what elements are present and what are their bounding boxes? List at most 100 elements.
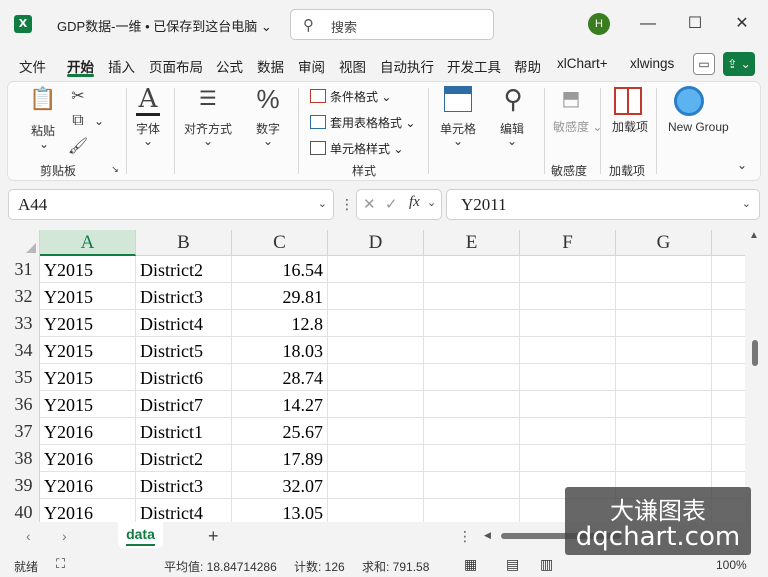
grid-cell[interactable]: District5 [136, 337, 232, 364]
grid-cell[interactable]: Y2015 [40, 337, 136, 364]
grid-cell[interactable] [424, 310, 520, 337]
grid-cell[interactable] [520, 445, 616, 472]
grid-cell[interactable] [520, 337, 616, 364]
column-header-f[interactable]: F [520, 230, 616, 256]
grid-cell[interactable] [424, 337, 520, 364]
grid-cell[interactable] [328, 337, 424, 364]
grid-cell[interactable] [328, 283, 424, 310]
grid-cell[interactable]: Y2016 [40, 418, 136, 445]
tab-view[interactable]: 视图 [339, 56, 366, 76]
chevron-down-icon[interactable]: ⌄ [742, 197, 751, 210]
tab-data[interactable]: 数据 [257, 56, 284, 76]
dialog-launcher-icon[interactable]: ↘ [109, 164, 121, 175]
chevron-down-icon[interactable]: ⌄ [448, 134, 468, 148]
tab-file[interactable]: 文件 [19, 56, 46, 76]
chevron-down-icon[interactable]: ⌄ [138, 134, 158, 148]
grid-cell[interactable]: 13.05 [232, 499, 328, 522]
percent-icon[interactable]: % [253, 84, 283, 115]
maximize-icon[interactable]: ☐ [683, 12, 707, 36]
grid-cell[interactable] [616, 391, 712, 418]
grid-cell[interactable]: Y2015 [40, 310, 136, 337]
cells-icon[interactable] [444, 86, 472, 112]
grid-cell[interactable] [520, 391, 616, 418]
grid-cell[interactable]: District4 [136, 499, 232, 522]
insert-function-icon[interactable]: fx [409, 194, 420, 211]
column-header-d[interactable]: D [328, 230, 424, 256]
grid-cell[interactable] [616, 337, 712, 364]
name-box[interactable]: A44 ⌄ [8, 189, 334, 220]
grid-cell[interactable] [520, 310, 616, 337]
grid-cell[interactable] [328, 391, 424, 418]
row-header[interactable]: 31 [8, 256, 40, 283]
grid-cell[interactable]: 14.27 [232, 391, 328, 418]
enter-icon[interactable]: ✓ [385, 195, 398, 213]
vertical-scroll-thumb[interactable] [752, 340, 758, 366]
close-icon[interactable]: ✕ [730, 12, 754, 36]
column-header-e[interactable]: E [424, 230, 520, 256]
grid-cell[interactable] [520, 364, 616, 391]
grid-cell[interactable] [328, 256, 424, 283]
chevron-down-icon[interactable]: ⌄ [34, 137, 54, 151]
font-icon[interactable]: A [133, 84, 163, 114]
grid-cell[interactable]: Y2016 [40, 499, 136, 522]
grid-cell[interactable] [424, 445, 520, 472]
count-value[interactable]: 计数: 126 [294, 558, 345, 575]
scroll-up-icon[interactable]: ▲ [749, 230, 759, 241]
column-header-b[interactable]: B [136, 230, 232, 256]
normal-view-icon[interactable]: ▦ [464, 556, 477, 573]
row-header[interactable]: 35 [8, 364, 40, 391]
paste-icon[interactable]: 📋 [28, 86, 58, 112]
grid-cell[interactable] [424, 283, 520, 310]
column-header-c[interactable]: C [232, 230, 328, 256]
new-group-button[interactable]: New Group [668, 120, 729, 135]
grid-cell[interactable] [424, 256, 520, 283]
grid-cell[interactable] [328, 418, 424, 445]
row-header[interactable]: 36 [8, 391, 40, 418]
grid-cell[interactable]: 28.74 [232, 364, 328, 391]
cell-style-button[interactable]: 单元格样式 ⌄ [330, 140, 403, 157]
grid-cell[interactable]: 18.03 [232, 337, 328, 364]
grid-cell[interactable] [424, 364, 520, 391]
share-icon[interactable]: ⇪ ⌄ [723, 52, 755, 76]
grid-cell[interactable]: Y2016 [40, 472, 136, 499]
spreadsheet-grid[interactable]: A B C D E F G 31 Y2015 District2 16.54 32 Y20… [8, 230, 745, 522]
row-header[interactable]: 33 [8, 310, 40, 337]
avatar[interactable]: H [588, 13, 610, 35]
grid-cell[interactable]: District2 [136, 445, 232, 472]
row-header[interactable]: 37 [8, 418, 40, 445]
chevron-down-icon[interactable]: ⌄ [258, 134, 278, 148]
grid-cell[interactable]: 17.89 [232, 445, 328, 472]
chevron-down-icon[interactable]: ⌄ [92, 114, 106, 128]
grid-cell[interactable] [520, 418, 616, 445]
grid-cell[interactable]: District7 [136, 391, 232, 418]
grid-cell[interactable] [424, 391, 520, 418]
grid-cell[interactable]: 16.54 [232, 256, 328, 283]
grid-cell[interactable]: Y2016 [40, 445, 136, 472]
comments-icon[interactable]: ▭ [693, 53, 715, 75]
grid-cell[interactable] [328, 364, 424, 391]
grid-cell[interactable]: 12.8 [232, 310, 328, 337]
grid-cell[interactable] [520, 256, 616, 283]
sheet-tab-data[interactable]: data [118, 522, 163, 548]
vertical-scrollbar[interactable]: ▲ [747, 230, 764, 522]
grid-cell[interactable] [328, 445, 424, 472]
grid-cell[interactable]: District6 [136, 364, 232, 391]
grid-cell[interactable]: District3 [136, 472, 232, 499]
cancel-icon[interactable]: ✕ [363, 195, 376, 213]
next-sheet-icon[interactable]: › [62, 528, 67, 544]
grid-cell[interactable] [616, 364, 712, 391]
chevron-down-icon[interactable]: ⌄ [502, 134, 522, 148]
select-all-corner[interactable] [8, 230, 40, 256]
row-header[interactable]: 34 [8, 337, 40, 364]
scroll-left-icon[interactable]: ◀ [484, 530, 491, 541]
row-header[interactable]: 38 [8, 445, 40, 472]
zoom-level[interactable]: 100% [716, 558, 747, 572]
tab-home[interactable]: 开始 [67, 56, 94, 76]
column-header-a[interactable]: A [40, 230, 136, 256]
align-icon[interactable]: ☰ [191, 86, 225, 111]
grid-cell[interactable] [328, 472, 424, 499]
conditional-format-button[interactable]: 条件格式 ⌄ [330, 88, 391, 105]
row-header[interactable]: 40 [8, 499, 40, 522]
tab-formulas[interactable]: 公式 [216, 56, 243, 76]
grid-cell[interactable]: Y2015 [40, 364, 136, 391]
